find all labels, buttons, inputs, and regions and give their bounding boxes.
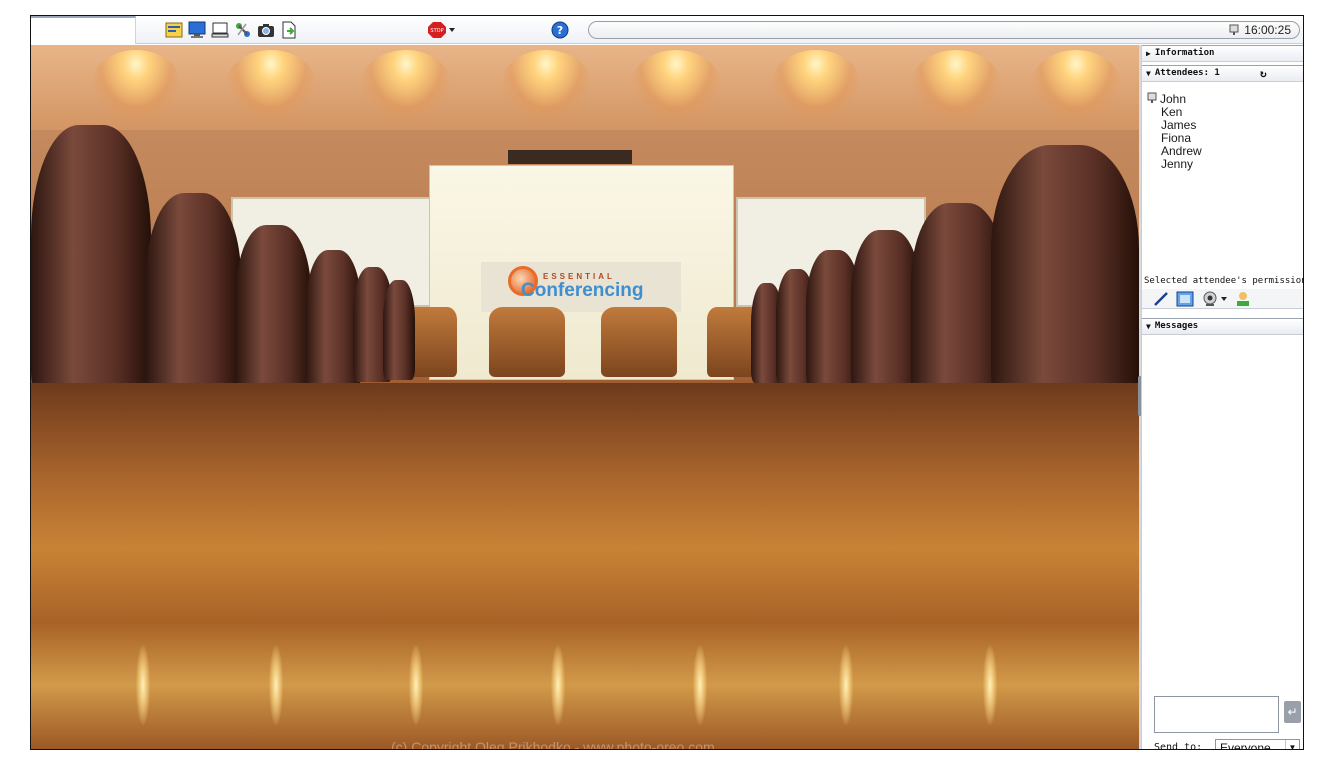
presenter-icon xyxy=(1229,24,1239,35)
side-panel: ▶ Information ▼ Attendees: 1 ↻ John Ken … xyxy=(1141,45,1304,750)
permissions-label: Selected attendee's permissions: xyxy=(1144,276,1304,286)
network-icon[interactable] xyxy=(234,21,252,39)
clock-time: 16:00:25 xyxy=(1244,23,1291,37)
ceiling xyxy=(31,45,1139,130)
information-header[interactable]: ▶ Information xyxy=(1142,45,1303,62)
attendees-header[interactable]: ▼ Attendees: 1 ↻ xyxy=(1142,65,1303,82)
attendees-label: Attendees: 1 xyxy=(1154,68,1220,78)
permissions-toolbar xyxy=(1142,289,1303,309)
projector-housing xyxy=(508,150,632,164)
toolbar-tab[interactable] xyxy=(31,16,136,44)
send-to-value: Everyone xyxy=(1220,741,1271,750)
svg-text:STOP: STOP xyxy=(430,28,443,34)
whiteboard-icon[interactable] xyxy=(165,21,183,39)
stop-button[interactable]: STOP xyxy=(428,21,458,39)
attendee-list: John Ken James Fiona Andrew Jenny xyxy=(1142,92,1303,278)
send-to-select[interactable]: Everyone ▼ xyxy=(1215,739,1300,750)
information-label: Information xyxy=(1154,48,1215,58)
session-clock: 16:00:25 xyxy=(1228,23,1291,37)
send-message-button[interactable]: ↵ xyxy=(1284,701,1301,723)
user-permission-icon[interactable] xyxy=(1234,291,1252,307)
svg-text:?: ? xyxy=(557,24,563,37)
logo-title: Conferencing xyxy=(521,280,644,301)
copyright-text: (c) Copyright Oleg Prikhodko - www.photo… xyxy=(391,739,715,750)
messages-header[interactable]: ▼ Messages xyxy=(1142,318,1303,335)
message-input[interactable] xyxy=(1154,696,1279,733)
refresh-icon[interactable]: ↻ xyxy=(1260,66,1267,81)
send-to-label: Send to: xyxy=(1154,742,1203,750)
chevron-down-icon: ▼ xyxy=(1285,740,1299,749)
help-icon[interactable]: ? xyxy=(551,21,569,39)
collapse-arrow-icon: ▼ xyxy=(1146,69,1151,78)
pen-permission-icon[interactable] xyxy=(1152,291,1170,307)
conference-window: STOP ? 16:00:25 ESSENTIAL Conferencing (… xyxy=(30,15,1304,750)
document-export-icon[interactable] xyxy=(280,21,298,39)
main-toolbar: STOP ? 16:00:25 xyxy=(31,16,1303,44)
video-stage: ESSENTIAL Conferencing (c) Copyright Ole… xyxy=(31,45,1139,750)
presentation-icon[interactable] xyxy=(211,21,229,39)
desktop-share-icon[interactable] xyxy=(188,21,206,39)
camera-icon[interactable] xyxy=(257,21,275,39)
messages-log xyxy=(1142,334,1303,684)
expand-arrow-icon: ▶ xyxy=(1146,49,1151,58)
messages-label: Messages xyxy=(1154,321,1199,331)
conference-logo: ESSENTIAL Conferencing xyxy=(481,262,681,312)
presenter-icon xyxy=(1147,92,1157,103)
conference-table xyxy=(31,383,1139,749)
webcam-permission-icon[interactable] xyxy=(1202,291,1230,307)
screen-permission-icon[interactable] xyxy=(1176,291,1194,307)
attendee-item[interactable]: Jenny xyxy=(1161,158,1193,171)
collapse-arrow-icon: ▼ xyxy=(1146,322,1151,331)
session-timebar: 16:00:25 xyxy=(588,21,1300,39)
enter-icon: ↵ xyxy=(1287,705,1298,719)
